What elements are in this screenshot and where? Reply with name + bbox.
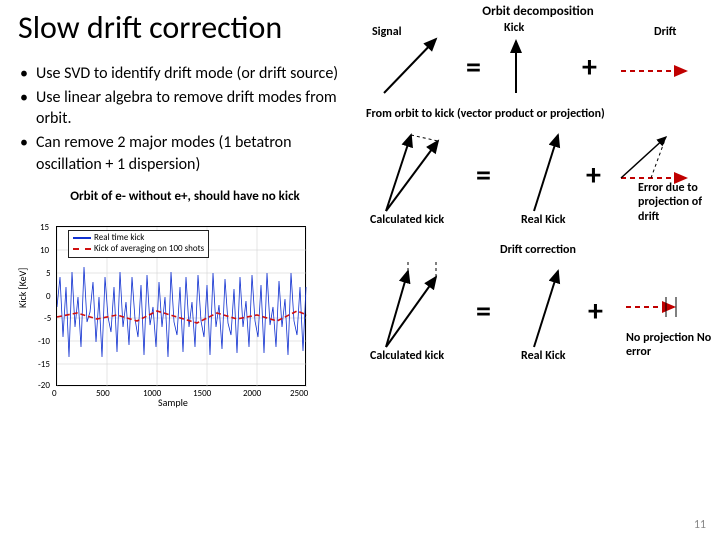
chart-legend: Real time kick Kick of averaging on 100 …: [68, 230, 209, 258]
legend-entry: Real time kick: [94, 232, 144, 243]
equals-sign: =: [466, 49, 481, 86]
decomposition-diagram: [366, 21, 706, 101]
bullet-item: Use linear algebra to remove drift modes…: [18, 87, 352, 130]
equals-sign: =: [476, 157, 491, 194]
note-error: Error due to projection of drift: [638, 181, 718, 224]
ytick: 0: [46, 291, 51, 302]
bullet-item: Use SVD to identify drift mode (or drift…: [18, 63, 352, 85]
xtick: 2000: [243, 388, 261, 399]
xtick: 500: [96, 388, 110, 399]
chart-caption: Orbit of e- without e+, should have no k…: [18, 189, 352, 204]
plus-sign: +: [588, 293, 603, 330]
ytick: -20: [38, 380, 50, 391]
page-title: Slow drift correction: [18, 10, 352, 45]
label-calc-kick: Calculated kick: [370, 213, 444, 227]
chart-ylabel: Kick [KeV]: [16, 268, 29, 308]
ytick: -15: [38, 359, 50, 370]
plus-sign: +: [586, 157, 601, 194]
bullet-item: Can remove 2 major modes (1 betatron osc…: [18, 132, 352, 175]
section-sub1: From orbit to kick (vector product or pr…: [366, 107, 710, 121]
ytick: 10: [40, 245, 49, 256]
kick-chart: Kick [KeV] Sample Real time kick Kick of…: [18, 208, 318, 408]
ytick: 15: [40, 222, 49, 233]
note-no-error: No projection No error: [626, 331, 716, 360]
legend-entry: Kick of averaging on 100 shots: [94, 243, 204, 254]
xtick: 1500: [193, 388, 211, 399]
xtick: 2500: [290, 388, 308, 399]
equals-sign: =: [476, 293, 491, 330]
page-number: 11: [694, 518, 706, 532]
section-header: Orbit decomposition: [366, 4, 710, 19]
xtick: 0: [52, 388, 57, 399]
ytick: -5: [44, 313, 51, 324]
plus-sign: +: [582, 49, 597, 86]
decomposition-row: Signal Kick Drift = +: [366, 21, 710, 101]
projection-row: = + Calculated kick Real Kick Error due …: [366, 123, 710, 223]
label-real-kick: Real Kick: [521, 349, 566, 363]
label-real-kick: Real Kick: [521, 213, 566, 227]
xtick: 1000: [143, 388, 161, 399]
bullet-list: Use SVD to identify drift mode (or drift…: [18, 63, 352, 175]
correction-row: = + Calculated kick Real Kick No project…: [366, 259, 710, 359]
section-sub2: Drift correction: [366, 243, 710, 257]
ytick: -10: [38, 336, 50, 347]
label-calc-kick: Calculated kick: [370, 349, 444, 363]
chart-xlabel: Sample: [158, 396, 188, 409]
ytick: 5: [46, 268, 51, 279]
